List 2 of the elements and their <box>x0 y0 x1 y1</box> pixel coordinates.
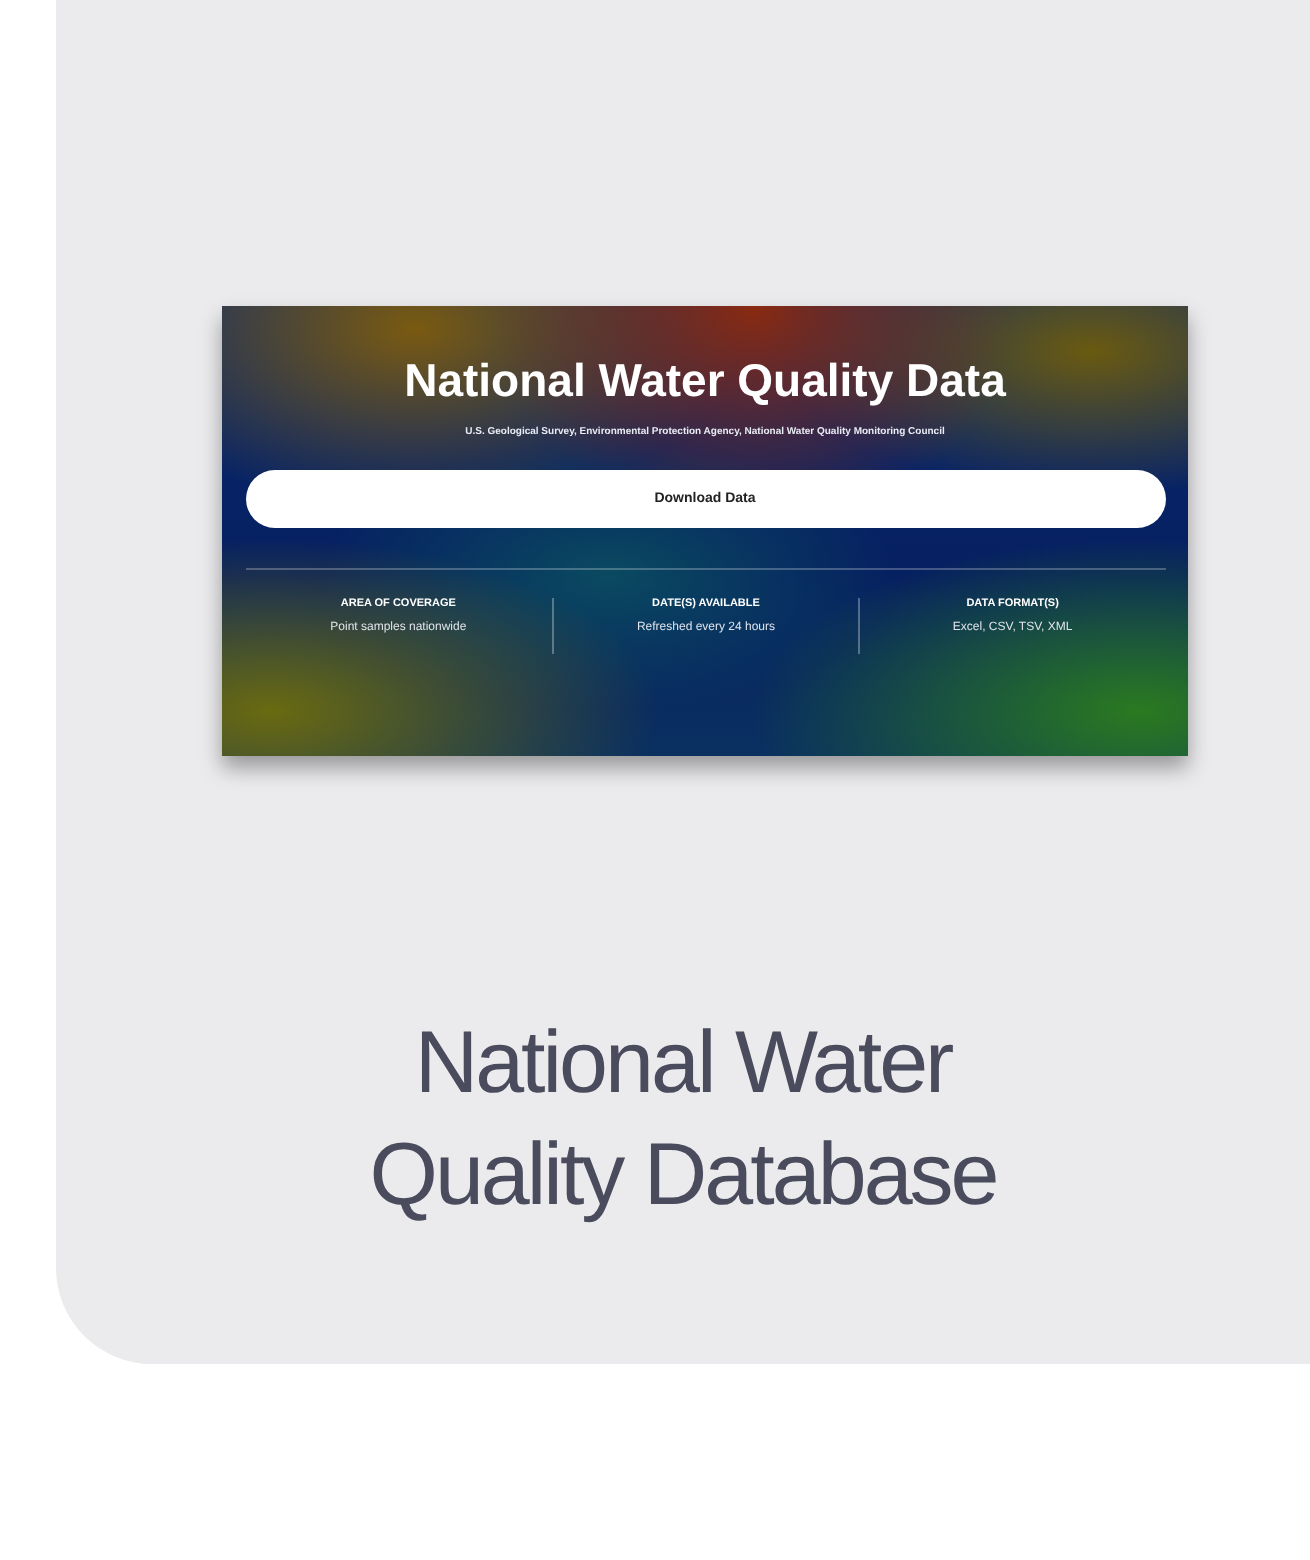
preview-title: National Water Quality Data <box>404 354 1006 408</box>
card-title: National Water Quality Database <box>367 1012 999 1228</box>
